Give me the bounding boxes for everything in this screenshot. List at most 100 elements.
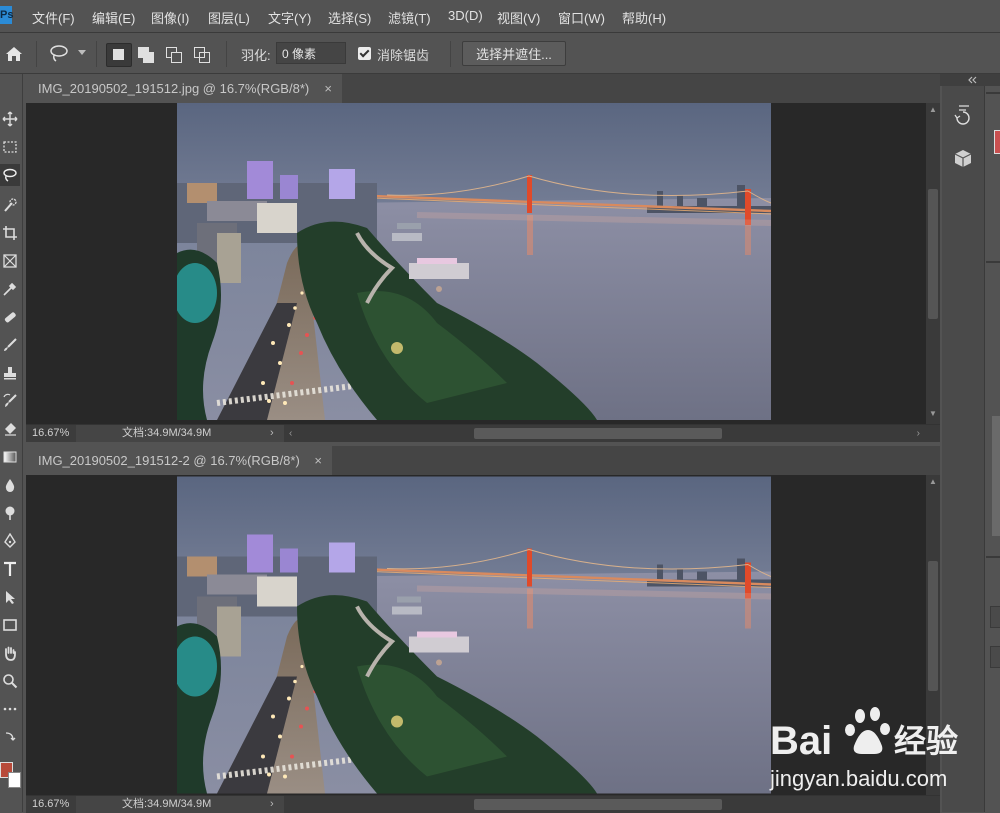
- collapse-panels-icon[interactable]: [940, 74, 1000, 86]
- scroll-left-icon[interactable]: ‹: [289, 425, 292, 442]
- document-tab-bar: IMG_20190502_191512-2 @ 16.7%(RGB/8*) ×: [26, 446, 940, 475]
- new-selection-button[interactable]: [106, 43, 132, 67]
- feather-label: 羽化:: [241, 48, 271, 63]
- zoom-field[interactable]: 16.67%: [26, 425, 76, 442]
- document-tab[interactable]: IMG_20190502_191512-2 @ 16.7%(RGB/8*) ×: [26, 446, 332, 475]
- eyedropper-tool[interactable]: [0, 278, 20, 300]
- scrollbar-thumb[interactable]: [928, 189, 938, 319]
- frame-tool[interactable]: [0, 250, 20, 272]
- move-tool[interactable]: [0, 108, 20, 130]
- status-menu-chevron-icon[interactable]: ›: [270, 796, 274, 813]
- dodge-tool[interactable]: [0, 502, 20, 524]
- panel-control[interactable]: [990, 646, 1000, 668]
- ellipsis-icon: [3, 707, 17, 711]
- scrollbar-thumb[interactable]: [928, 561, 938, 691]
- menu-3d[interactable]: 3D(D): [448, 8, 483, 23]
- lasso-icon: [3, 168, 17, 182]
- frame-icon: [3, 254, 17, 268]
- menu-view[interactable]: 视图(V): [497, 8, 540, 27]
- eraser-tool[interactable]: [0, 418, 20, 440]
- lasso-preset-icon[interactable]: [48, 43, 70, 63]
- healing-brush-tool[interactable]: [0, 306, 20, 328]
- dock-header[interactable]: [940, 74, 1000, 86]
- gradient-icon: [3, 451, 17, 463]
- dodge-icon: [5, 506, 15, 520]
- scrollbar-thumb[interactable]: [474, 799, 722, 810]
- close-icon[interactable]: ×: [314, 446, 322, 475]
- type-icon: [4, 561, 16, 576]
- menu-file[interactable]: 文件(F): [32, 8, 75, 27]
- swap-colors-button[interactable]: [0, 726, 20, 748]
- status-bar: 16.67% 文档:34.9M/34.9M › ‹ ›: [26, 424, 940, 442]
- document-tab-bar: IMG_20190502_191512.jpg @ 16.7%(RGB/8*) …: [26, 74, 940, 103]
- subtract-from-selection-button[interactable]: [162, 43, 186, 65]
- panel-control[interactable]: [990, 606, 1000, 628]
- status-menu-chevron-icon[interactable]: ›: [270, 425, 274, 442]
- watermark-url: jingyan.baidu.com: [769, 766, 947, 791]
- gradient-tool[interactable]: [0, 446, 20, 468]
- 3d-panel-button[interactable]: [949, 146, 977, 172]
- rectangle-tool[interactable]: [0, 614, 20, 636]
- more-tools[interactable]: [0, 698, 20, 720]
- eyedropper-icon: [3, 282, 17, 296]
- lasso-tool[interactable]: [0, 164, 20, 186]
- menu-select[interactable]: 选择(S): [328, 8, 371, 27]
- app-logo: Ps: [0, 6, 13, 24]
- options-divider: [450, 41, 451, 67]
- pen-tool[interactable]: [0, 530, 20, 552]
- menu-help[interactable]: 帮助(H): [622, 8, 666, 27]
- home-icon[interactable]: [4, 44, 24, 64]
- menu-image[interactable]: 图像(I): [151, 8, 189, 27]
- color-swatch[interactable]: [994, 130, 1000, 154]
- tools-panel: [0, 74, 23, 812]
- scroll-right-icon[interactable]: ›: [917, 425, 920, 442]
- document-tab-title: IMG_20190502_191512.jpg @ 16.7%(RGB/8*): [38, 81, 310, 96]
- options-divider: [96, 41, 97, 67]
- path-selection-tool[interactable]: [0, 586, 20, 608]
- marquee-icon: [3, 141, 17, 153]
- watermark-suffix: 经验: [894, 722, 958, 760]
- hand-tool[interactable]: [0, 642, 20, 664]
- brush-icon: [4, 338, 17, 351]
- vertical-scrollbar[interactable]: ▲ ▼: [926, 103, 940, 424]
- intersect-selection-button[interactable]: [190, 43, 214, 65]
- chevron-down-icon[interactable]: [78, 50, 86, 55]
- marquee-tool[interactable]: [0, 136, 20, 158]
- menu-edit[interactable]: 编辑(E): [92, 8, 135, 27]
- scroll-down-icon[interactable]: ▼: [928, 409, 938, 419]
- feather-input[interactable]: 0 像素: [276, 42, 346, 64]
- scrollbar-thumb[interactable]: [474, 428, 722, 439]
- quick-selection-tool[interactable]: [0, 194, 20, 216]
- swap-icon: [5, 732, 16, 741]
- select-and-mask-button[interactable]: 选择并遮住...: [462, 41, 566, 66]
- horizontal-scrollbar[interactable]: ‹ ›: [284, 425, 940, 442]
- history-icon: [954, 105, 970, 125]
- document-window-1: IMG_20190502_191512.jpg @ 16.7%(RGB/8*) …: [26, 74, 940, 442]
- history-brush-tool[interactable]: [0, 390, 20, 412]
- brush-tool[interactable]: [0, 334, 20, 356]
- crop-tool[interactable]: [0, 222, 20, 244]
- document-tab[interactable]: IMG_20190502_191512.jpg @ 16.7%(RGB/8*) …: [26, 74, 342, 103]
- clone-stamp-tool[interactable]: [0, 362, 20, 384]
- scroll-up-icon[interactable]: ▲: [928, 477, 938, 487]
- zoom-tool[interactable]: [0, 670, 20, 692]
- panel-thumbnail[interactable]: [992, 416, 1000, 536]
- photo-canvas[interactable]: [177, 475, 771, 795]
- blur-tool[interactable]: [0, 474, 20, 496]
- close-icon[interactable]: ×: [324, 74, 332, 103]
- scroll-up-icon[interactable]: ▲: [928, 105, 938, 115]
- history-brush-icon: [3, 393, 17, 407]
- antialias-checkbox[interactable]: [358, 47, 371, 60]
- menu-window[interactable]: 窗口(W): [558, 8, 605, 27]
- zoom-field[interactable]: 16.67%: [26, 796, 76, 813]
- canvas-area[interactable]: [26, 103, 937, 424]
- type-tool[interactable]: [0, 558, 20, 580]
- photo-canvas[interactable]: [177, 103, 771, 420]
- quick-selection-icon: [4, 198, 17, 212]
- background-color-swatch[interactable]: [8, 772, 21, 788]
- menu-layer[interactable]: 图层(L): [208, 8, 250, 27]
- history-panel-button[interactable]: [949, 100, 977, 126]
- add-to-selection-button[interactable]: [134, 43, 158, 65]
- menu-filter[interactable]: 滤镜(T): [388, 8, 431, 27]
- menu-type[interactable]: 文字(Y): [268, 8, 311, 27]
